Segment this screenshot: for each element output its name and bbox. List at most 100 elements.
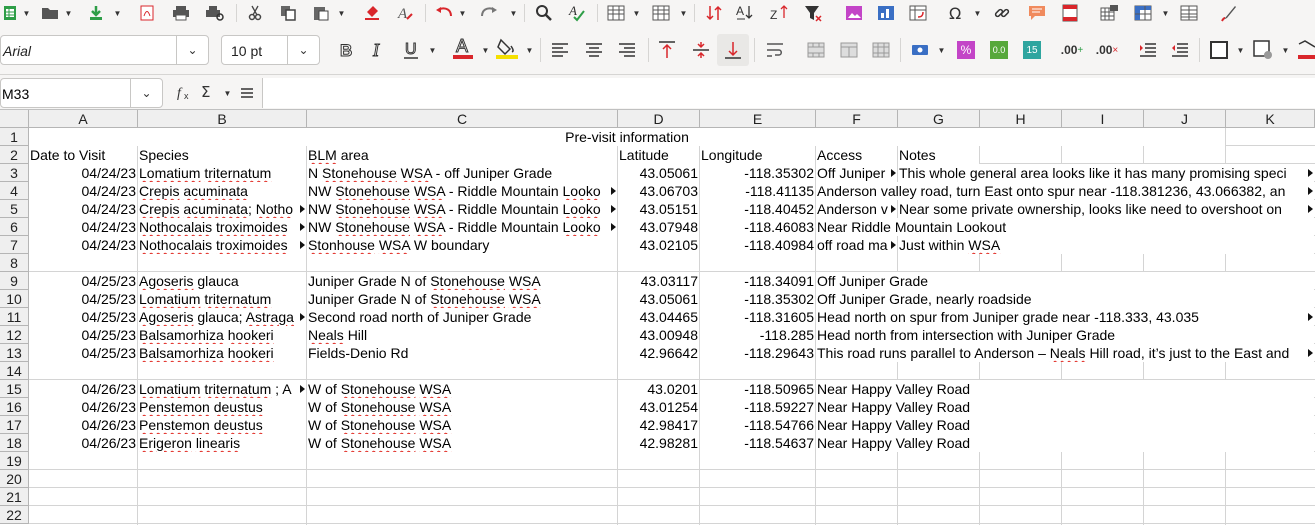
cell-access[interactable]: This road runs parallel to Anderson – Ne… [816,344,1314,362]
formula-input[interactable] [262,78,1315,108]
sort-icon[interactable] [703,2,725,24]
cell-species[interactable]: Balsamorhiza hookeri [138,326,306,344]
save-dropdown-arrow[interactable]: ▼ [113,2,122,24]
delete-decimal-icon[interactable]: .00 × [1094,39,1120,61]
special-character-icon[interactable]: Ω [946,2,968,24]
cell-blm-area[interactable]: NW Stonehouse WSA - Riddle Mountain Look… [307,200,617,218]
date-format-icon[interactable]: 15 [1021,39,1043,61]
cell-date[interactable]: 04/24/23 [29,200,137,218]
borders-dropdown-arrow[interactable]: ▼ [1236,39,1245,61]
header-latitude[interactable]: Latitude [618,146,699,164]
cell-date[interactable]: 04/26/23 [29,380,137,398]
border-style-icon[interactable] [1252,39,1274,61]
column-header-k[interactable]: K [1226,110,1315,128]
cell-blm-area[interactable]: N Stonehouse WSA - off Juniper Grade [307,164,617,182]
center-vertically-icon[interactable] [690,39,712,61]
column-header-h[interactable]: H [980,110,1062,128]
row-header-10[interactable]: 10 [0,290,29,308]
font-size-box[interactable]: 10 pt ⌄ [221,35,320,65]
cell-date[interactable]: 04/25/23 [29,344,137,362]
cell-date[interactable]: 04/25/23 [29,290,137,308]
row-header-16[interactable]: 16 [0,398,29,416]
row-header-19[interactable]: 19 [0,452,29,470]
cell-latitude[interactable]: 43.0201 [618,380,699,398]
cell-species[interactable]: Nothocalais troximoides [138,236,306,254]
row-header-18[interactable]: 18 [0,434,29,452]
sheet-title[interactable]: Pre-visit information [29,128,1225,146]
font-name-box[interactable]: Arial ⌄ [0,35,209,65]
undo-icon[interactable] [433,2,455,24]
header-date[interactable]: Date to Visit [29,146,137,164]
cell-access[interactable]: Head north from intersection with Junipe… [816,326,1314,344]
align-left-icon[interactable] [549,39,571,61]
row-header-6[interactable]: 6 [0,218,29,236]
header-footer-icon[interactable] [1059,2,1081,24]
row-header-17[interactable]: 17 [0,416,29,434]
paste-dropdown-arrow[interactable]: ▼ [337,2,346,24]
name-box[interactable]: M33 ⌄ [0,78,163,108]
cell-species[interactable]: Nothocalais troximoides [138,218,306,236]
cell-latitude[interactable]: 43.04465 [618,308,699,326]
cell-longitude[interactable]: -118.34091 [700,272,815,290]
insert-chart-icon[interactable] [875,2,897,24]
align-center-icon[interactable] [583,39,605,61]
merge-cells-icon[interactable] [838,39,860,61]
cell-latitude[interactable]: 42.98281 [618,434,699,452]
align-right-icon[interactable] [616,39,638,61]
cell-blm-area[interactable]: Stonhouse WSA W boundary [307,236,617,254]
special-character-dropdown-arrow[interactable]: ▼ [973,2,982,24]
row-header-5[interactable]: 5 [0,200,29,218]
cut-icon[interactable] [245,2,265,24]
cell-latitude[interactable]: 42.98417 [618,416,699,434]
save-icon[interactable] [86,2,106,24]
redo-dropdown-arrow[interactable]: ▼ [509,2,518,24]
row-icon[interactable] [605,2,627,24]
cell-species[interactable]: Agoseris glauca [138,272,306,290]
cell-species[interactable]: Lomatium triternatum [138,164,306,182]
cell-access[interactable]: Near Happy Valley Road [816,434,1314,452]
cell-species[interactable]: Penstemon deustus [138,398,306,416]
cell-date[interactable]: 04/24/23 [29,218,137,236]
define-print-area-icon[interactable] [1099,2,1121,24]
cell-date[interactable]: 04/26/23 [29,398,137,416]
cell-longitude[interactable]: -118.41135 [700,182,815,200]
sort-ascending-icon[interactable]: A [734,2,756,24]
header-longitude[interactable]: Longitude [700,146,815,164]
print-icon[interactable] [171,2,191,24]
open-icon[interactable] [40,2,60,24]
cell-blm-area[interactable]: NW Stonehouse WSA - Riddle Mountain Look… [307,182,617,200]
row-header-9[interactable]: 9 [0,272,29,290]
row-header-1[interactable]: 1 [0,128,29,146]
row-header-22[interactable]: 22 [0,506,29,524]
cell-longitude[interactable]: -118.54637 [700,434,815,452]
export-pdf-icon[interactable] [137,2,157,24]
clone-format-icon[interactable] [362,2,382,24]
column-header-d[interactable]: D [618,110,700,128]
currency-format-icon[interactable] [909,39,931,61]
cell-access[interactable]: Off Juniper [816,164,897,182]
cell-blm-area[interactable]: NW Stonehouse WSA - Riddle Mountain Look… [307,218,617,236]
wrap-text-icon[interactable] [764,39,786,61]
cell-longitude[interactable]: -118.40984 [700,236,815,254]
border-color-icon[interactable] [1297,39,1315,61]
header-access[interactable]: Access [816,146,897,164]
cell-longitude[interactable]: -118.40452 [700,200,815,218]
cell-longitude[interactable]: -118.35302 [700,164,815,182]
cell-date[interactable]: 04/24/23 [29,236,137,254]
cell-date[interactable]: 04/26/23 [29,434,137,452]
cell-latitude[interactable]: 43.06703 [618,182,699,200]
cell-latitude[interactable]: 43.05061 [618,164,699,182]
align-bottom-icon[interactable] [717,34,749,66]
header-notes[interactable]: Notes [898,146,979,164]
cell-access[interactable]: Anderson v [816,200,897,218]
cell-longitude[interactable]: -118.59227 [700,398,815,416]
row-header-12[interactable]: 12 [0,326,29,344]
find-replace-icon[interactable] [533,2,555,24]
cell-species[interactable]: Crepis acuminata; Notho [138,200,306,218]
row-header-11[interactable]: 11 [0,308,29,326]
cell-blm-area[interactable]: W of Stonehouse WSA [307,398,617,416]
new-dropdown-arrow[interactable]: ▼ [22,2,31,24]
formula-icon[interactable] [240,86,254,103]
row-header-13[interactable]: 13 [0,344,29,362]
cell-blm-area[interactable]: W of Stonehouse WSA [307,434,617,452]
